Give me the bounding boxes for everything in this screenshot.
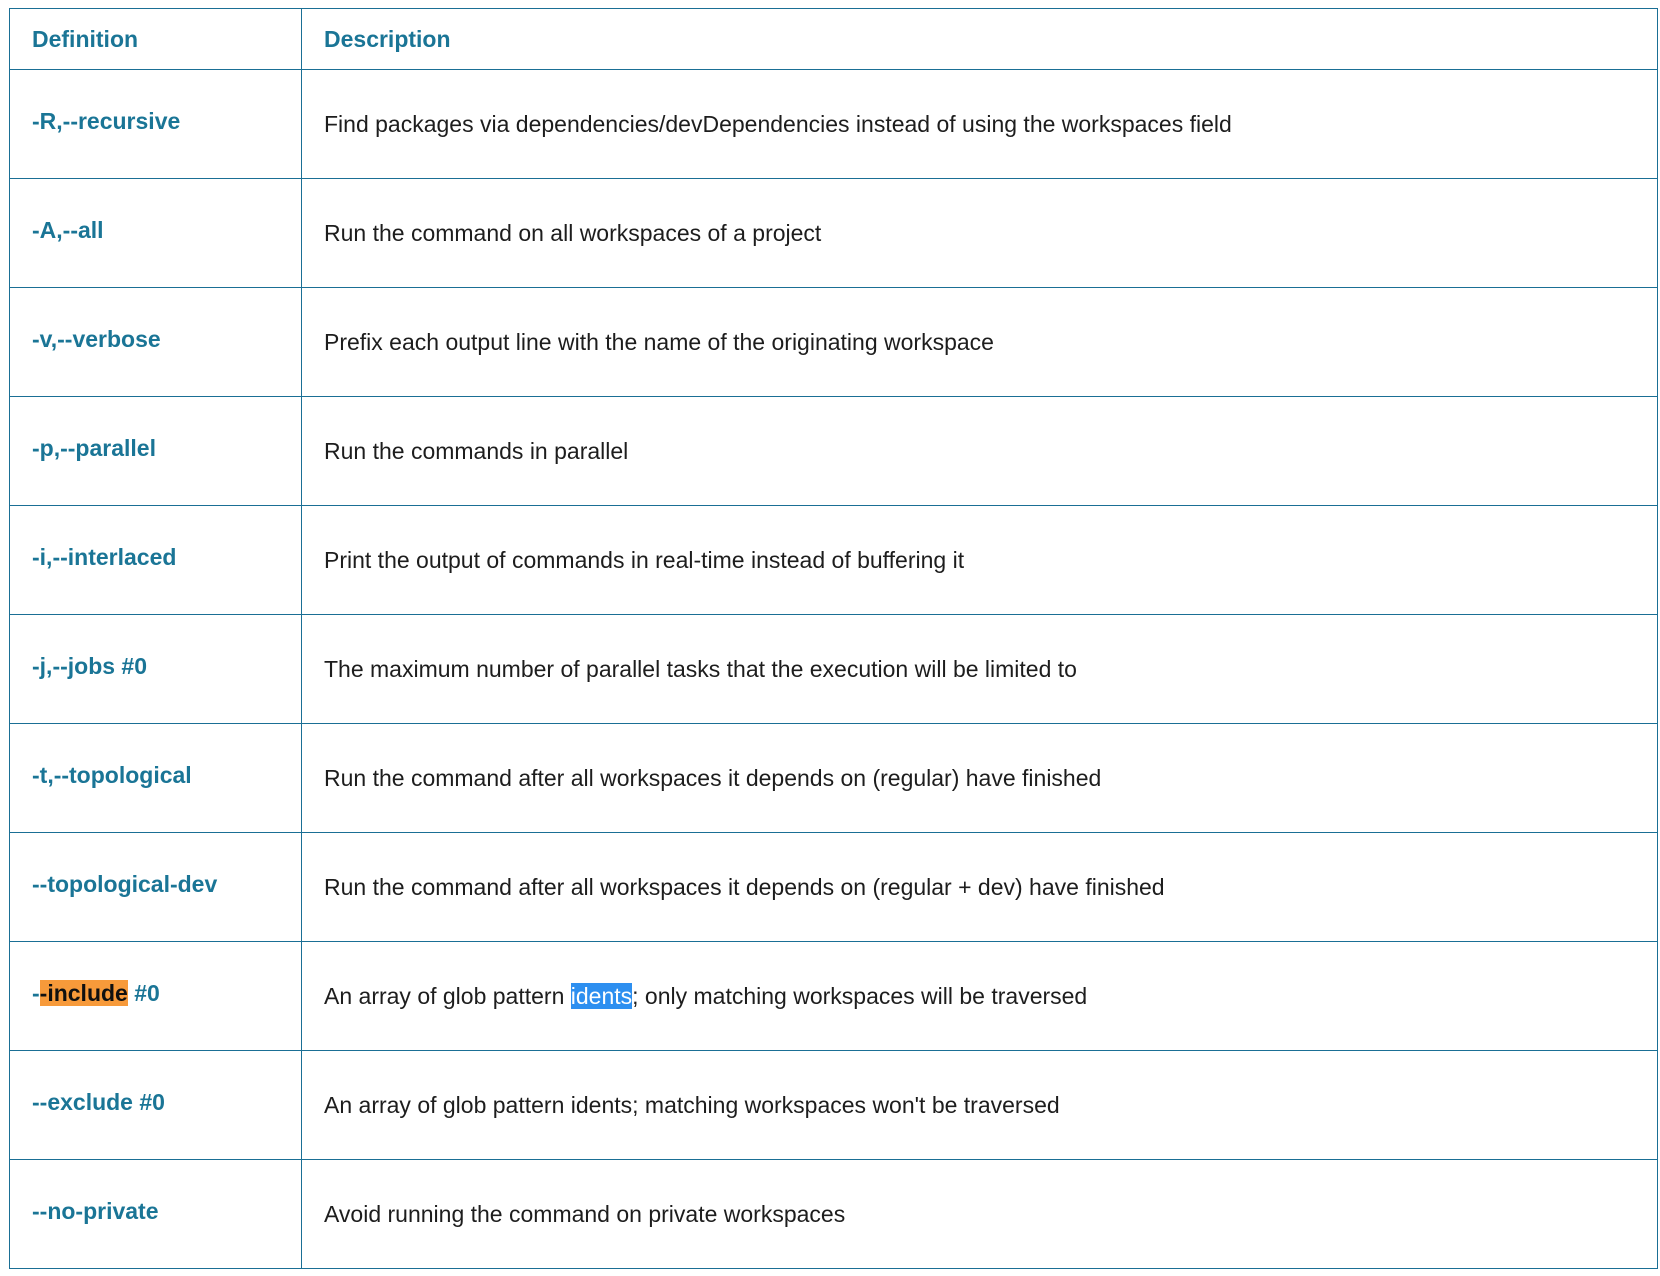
description-cell: Run the command on all workspaces of a p… [301, 178, 1658, 288]
definition-cell: --exclude #0 [9, 1050, 302, 1160]
option-description[interactable]: Prefix each output line with the name of… [324, 329, 994, 355]
table-row: -j,--jobs #0 The maximum number of paral… [9, 614, 1658, 724]
option-name-suffix: #0 [127, 979, 160, 1006]
definition-cell: --include #0 [9, 941, 302, 1051]
option-description[interactable]: An array of glob pattern idents; matchin… [324, 1092, 1060, 1118]
option-description[interactable]: Run the command after all workspaces it … [324, 874, 1165, 900]
description-pre: An array of glob pattern [324, 982, 571, 1009]
option-name-prefix: - [32, 979, 40, 1006]
option-description[interactable]: Run the commands in parallel [324, 438, 628, 464]
header-definition: Definition [9, 8, 302, 70]
definition-cell: -p,--parallel [9, 396, 302, 506]
table-header-row: Definition Description [9, 8, 1658, 70]
table-row: -A,--all Run the command on all workspac… [9, 178, 1658, 288]
text-selection[interactable]: idents [570, 982, 633, 1009]
description-post: ; only matching workspaces will be trave… [632, 982, 1088, 1009]
search-match-highlight: -include [39, 979, 128, 1006]
description-cell: Find packages via dependencies/devDepend… [301, 69, 1658, 179]
definition-cell: -j,--jobs #0 [9, 614, 302, 724]
header-description: Description [301, 8, 1658, 70]
option-name[interactable]: --no-private [32, 1198, 159, 1225]
definition-cell: -A,--all [9, 178, 302, 288]
description-cell: Avoid running the command on private wor… [301, 1159, 1658, 1269]
description-cell: Prefix each output line with the name of… [301, 287, 1658, 397]
table-row: -v,--verbose Prefix each output line wit… [9, 287, 1658, 397]
description-cell: An array of glob pattern idents; matchin… [301, 1050, 1658, 1160]
option-description[interactable]: Run the command on all workspaces of a p… [324, 220, 821, 246]
definition-cell: --no-private [9, 1159, 302, 1269]
option-name[interactable]: -A,--all [32, 217, 104, 244]
description-cell: The maximum number of parallel tasks tha… [301, 614, 1658, 724]
option-description[interactable]: Run the command after all workspaces it … [324, 765, 1101, 791]
option-description[interactable]: An array of glob pattern idents; only ma… [324, 982, 1088, 1009]
table-row: -t,--topological Run the command after a… [9, 723, 1658, 833]
description-cell: Run the command after all workspaces it … [301, 723, 1658, 833]
table-row: -R,--recursive Find packages via depende… [9, 69, 1658, 179]
option-description[interactable]: The maximum number of parallel tasks tha… [324, 656, 1077, 682]
table-row: --no-private Avoid running the command o… [9, 1159, 1658, 1269]
table-row: --topological-dev Run the command after … [9, 832, 1658, 942]
option-name[interactable]: --exclude #0 [32, 1089, 165, 1116]
table-row: --exclude #0 An array of glob pattern id… [9, 1050, 1658, 1160]
description-cell: Run the commands in parallel [301, 396, 1658, 506]
option-name[interactable]: --include #0 [32, 979, 160, 1007]
table-row: -p,--parallel Run the commands in parall… [9, 396, 1658, 506]
option-name[interactable]: -v,--verbose [32, 326, 161, 353]
definition-cell: -R,--recursive [9, 69, 302, 179]
description-cell: An array of glob pattern idents; only ma… [301, 941, 1658, 1051]
option-name[interactable]: -t,--topological [32, 762, 192, 789]
definition-cell: -i,--interlaced [9, 505, 302, 615]
description-cell: Run the command after all workspaces it … [301, 832, 1658, 942]
definition-cell: -v,--verbose [9, 287, 302, 397]
table-row: -i,--interlaced Print the output of comm… [9, 505, 1658, 615]
options-table: Definition Description -R,--recursive Fi… [9, 8, 1658, 1269]
definition-cell: --topological-dev [9, 832, 302, 942]
definition-cell: -t,--topological [9, 723, 302, 833]
option-name[interactable]: -R,--recursive [32, 108, 180, 135]
option-description[interactable]: Print the output of commands in real-tim… [324, 547, 964, 573]
option-description[interactable]: Find packages via dependencies/devDepend… [324, 111, 1232, 137]
table-row: --include #0 An array of glob pattern id… [9, 941, 1658, 1051]
option-name[interactable]: -j,--jobs #0 [32, 653, 147, 680]
option-name[interactable]: -i,--interlaced [32, 544, 176, 571]
option-name[interactable]: -p,--parallel [32, 435, 156, 462]
option-name[interactable]: --topological-dev [32, 871, 217, 898]
description-cell: Print the output of commands in real-tim… [301, 505, 1658, 615]
option-description[interactable]: Avoid running the command on private wor… [324, 1201, 845, 1227]
